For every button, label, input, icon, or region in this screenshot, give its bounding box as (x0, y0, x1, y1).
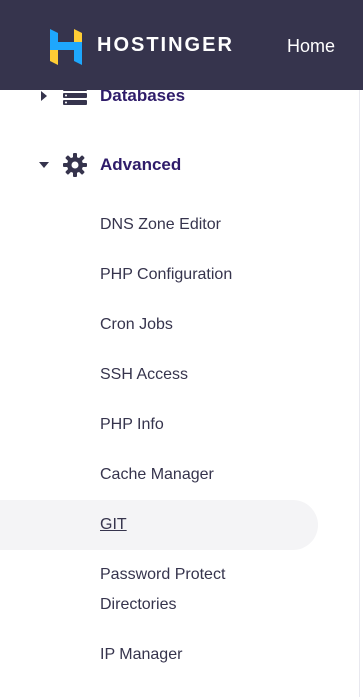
caret-down-icon (39, 162, 49, 168)
nav-home-link[interactable]: Home (287, 36, 335, 57)
sidebar-item-label: DNS Zone Editor (100, 216, 221, 233)
sidebar-item-label-line1: Password Protect (100, 566, 226, 583)
sidebar-item-php-configuration[interactable]: PHP Configuration (0, 250, 318, 300)
sidebar-item-password-protect-directories[interactable]: Password Protect Directories (0, 560, 318, 620)
sidebar-section-advanced[interactable]: Advanced (0, 147, 320, 183)
sidebar-item-php-info[interactable]: PHP Info (0, 400, 318, 450)
top-bar: HOSTINGER Home (0, 0, 363, 90)
sidebar-item-cron-jobs[interactable]: Cron Jobs (0, 300, 318, 350)
page: Databases Advanced DNS Zone Editor PHP C… (0, 0, 363, 697)
sidebar-item-label: PHP Info (100, 416, 164, 433)
sidebar-item-label: GIT (100, 516, 127, 533)
sidebar-item-label: SSH Access (100, 366, 189, 383)
gear-icon (63, 153, 87, 177)
brand-name[interactable]: HOSTINGER (97, 34, 234, 57)
sidebar-item-label: Password Protect Directories (100, 560, 225, 620)
sidebar-item-label: PHP Configuration (100, 266, 233, 283)
sidebar-item-ip-manager[interactable]: IP Manager (0, 630, 318, 680)
sidebar-item-git[interactable]: GIT (0, 500, 318, 550)
sidebar-item-ssh-access[interactable]: SSH Access (0, 350, 318, 400)
sidebar-item-cache-manager[interactable]: Cache Manager (0, 450, 318, 500)
sidebar-divider (359, 90, 360, 697)
sidebar-item-label: Cron Jobs (100, 316, 173, 333)
sidebar-item-label-line2: Directories (100, 596, 177, 613)
sidebar: Databases Advanced DNS Zone Editor PHP C… (0, 86, 359, 697)
sidebar-item-label: IP Manager (100, 646, 183, 663)
sidebar-section-label: Advanced (100, 155, 182, 174)
sidebar-item-label: Cache Manager (100, 466, 214, 483)
sidebar-item-dns-zone-editor[interactable]: DNS Zone Editor (0, 200, 318, 250)
caret-right-icon (41, 91, 47, 101)
hostinger-logo-icon[interactable] (48, 28, 84, 66)
